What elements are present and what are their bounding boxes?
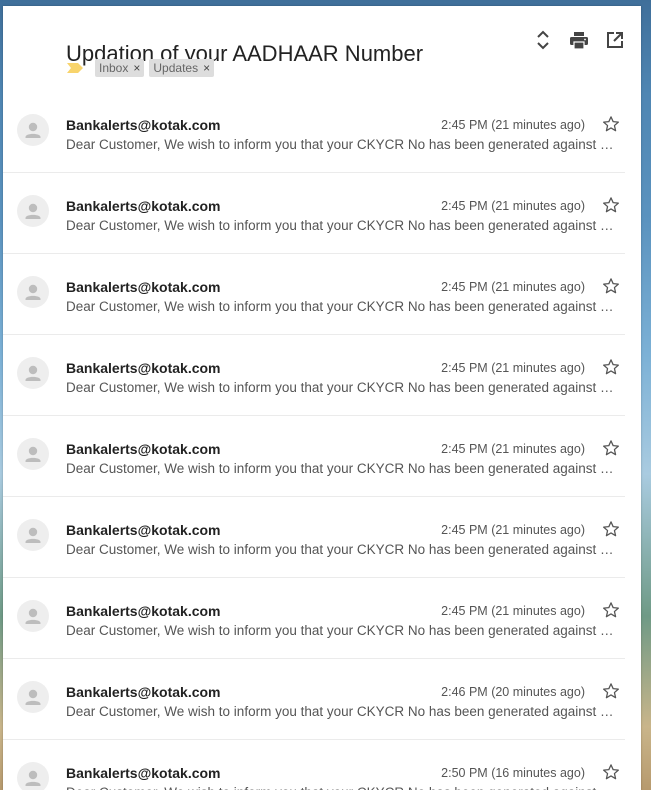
- sender-avatar[interactable]: [17, 195, 49, 227]
- message-timestamp: 2:45 PM (21 minutes ago): [441, 118, 585, 132]
- message-snippet: Dear Customer, We wish to inform you tha…: [66, 704, 619, 719]
- star-icon: [603, 683, 619, 699]
- sender-avatar[interactable]: [17, 114, 49, 146]
- label-chip-updates: Updates ×: [149, 59, 215, 77]
- message-timestamp: 2:45 PM (21 minutes ago): [441, 523, 585, 537]
- star-icon: [603, 602, 619, 618]
- message-timestamp: 2:45 PM (21 minutes ago): [441, 442, 585, 456]
- star-icon: [603, 521, 619, 537]
- open-in-new-window-button[interactable]: [603, 28, 627, 52]
- message-row[interactable]: Bankalerts@kotak.com 2:50 PM (16 minutes…: [3, 740, 625, 790]
- message-snippet: Dear Customer, We wish to inform you tha…: [66, 785, 619, 790]
- sender-name[interactable]: Bankalerts@kotak.com: [66, 360, 221, 376]
- message-snippet: Dear Customer, We wish to inform you tha…: [66, 218, 619, 233]
- sender-avatar[interactable]: [17, 519, 49, 551]
- star-icon: [603, 440, 619, 456]
- message-snippet: Dear Customer, We wish to inform you tha…: [66, 380, 619, 395]
- message-snippet: Dear Customer, We wish to inform you tha…: [66, 542, 619, 557]
- message-timestamp: 2:45 PM (21 minutes ago): [441, 361, 585, 375]
- sender-avatar[interactable]: [17, 276, 49, 308]
- default-person-icon: [25, 365, 41, 381]
- message-row[interactable]: Bankalerts@kotak.com 2:45 PM (21 minutes…: [3, 497, 625, 578]
- message-row[interactable]: Bankalerts@kotak.com 2:45 PM (21 minutes…: [3, 254, 625, 335]
- sender-name[interactable]: Bankalerts@kotak.com: [66, 441, 221, 457]
- star-button[interactable]: [601, 357, 621, 377]
- thread-actions: [519, 28, 627, 52]
- message-timestamp: 2:45 PM (21 minutes ago): [441, 199, 585, 213]
- scrollbar[interactable]: [627, 94, 641, 790]
- message-row[interactable]: Bankalerts@kotak.com 2:46 PM (20 minutes…: [3, 659, 625, 740]
- star-button[interactable]: [601, 114, 621, 134]
- star-button[interactable]: [601, 195, 621, 215]
- message-timestamp: 2:50 PM (16 minutes ago): [441, 766, 585, 780]
- remove-label-updates-button[interactable]: ×: [203, 62, 210, 74]
- default-person-icon: [25, 527, 41, 543]
- star-icon: [603, 278, 619, 294]
- star-icon: [603, 116, 619, 132]
- sender-name[interactable]: Bankalerts@kotak.com: [66, 522, 221, 538]
- message-row[interactable]: Bankalerts@kotak.com 2:45 PM (21 minutes…: [3, 578, 625, 659]
- message-timestamp: 2:45 PM (21 minutes ago): [441, 280, 585, 294]
- sender-name[interactable]: Bankalerts@kotak.com: [66, 198, 221, 214]
- default-person-icon: [25, 608, 41, 624]
- importance-marker-icon[interactable]: [66, 62, 84, 74]
- message-row[interactable]: Bankalerts@kotak.com 2:45 PM (21 minutes…: [3, 416, 625, 497]
- remove-label-inbox-button[interactable]: ×: [133, 62, 140, 74]
- expand-all-button[interactable]: [531, 28, 555, 52]
- sender-name[interactable]: Bankalerts@kotak.com: [66, 684, 221, 700]
- email-thread-window: Updation of your AADHAAR Number Inbox × …: [3, 6, 641, 790]
- star-button[interactable]: [601, 762, 621, 782]
- message-snippet: Dear Customer, We wish to inform you tha…: [66, 299, 619, 314]
- thread-labels: Inbox × Updates ×: [66, 59, 219, 77]
- message-list: Bankalerts@kotak.com 2:45 PM (21 minutes…: [3, 92, 625, 790]
- message-row[interactable]: Bankalerts@kotak.com 2:45 PM (21 minutes…: [3, 173, 625, 254]
- label-chip-inbox: Inbox ×: [95, 59, 145, 77]
- default-person-icon: [25, 770, 41, 786]
- print-all-button[interactable]: [567, 28, 591, 52]
- label-chip-text: Updates: [153, 61, 199, 75]
- default-person-icon: [25, 203, 41, 219]
- star-icon: [603, 359, 619, 375]
- message-snippet: Dear Customer, We wish to inform you tha…: [66, 623, 619, 638]
- message-timestamp: 2:45 PM (21 minutes ago): [441, 604, 585, 618]
- sender-avatar[interactable]: [17, 681, 49, 713]
- print-icon: [570, 31, 588, 49]
- message-row[interactable]: Bankalerts@kotak.com 2:45 PM (21 minutes…: [3, 335, 625, 416]
- default-person-icon: [25, 122, 41, 138]
- sender-name[interactable]: Bankalerts@kotak.com: [66, 117, 221, 133]
- sender-avatar[interactable]: [17, 438, 49, 470]
- default-person-icon: [25, 284, 41, 300]
- star-icon: [603, 764, 619, 780]
- default-person-icon: [25, 446, 41, 462]
- message-row[interactable]: Bankalerts@kotak.com 2:45 PM (21 minutes…: [3, 92, 625, 173]
- star-button[interactable]: [601, 681, 621, 701]
- default-person-icon: [25, 689, 41, 705]
- sender-name[interactable]: Bankalerts@kotak.com: [66, 279, 221, 295]
- sender-avatar[interactable]: [17, 357, 49, 389]
- message-timestamp: 2:46 PM (20 minutes ago): [441, 685, 585, 699]
- star-icon: [603, 197, 619, 213]
- star-button[interactable]: [601, 519, 621, 539]
- star-button[interactable]: [601, 438, 621, 458]
- message-snippet: Dear Customer, We wish to inform you tha…: [66, 461, 619, 476]
- message-snippet: Dear Customer, We wish to inform you tha…: [66, 137, 619, 152]
- label-chip-text: Inbox: [99, 61, 129, 75]
- star-button[interactable]: [601, 600, 621, 620]
- thread-header: Updation of your AADHAAR Number Inbox × …: [3, 6, 641, 92]
- star-button[interactable]: [601, 276, 621, 296]
- sender-name[interactable]: Bankalerts@kotak.com: [66, 603, 221, 619]
- sender-name[interactable]: Bankalerts@kotak.com: [66, 765, 221, 781]
- open-in-new-window-icon: [607, 32, 623, 48]
- expand-collapse-icon: [537, 30, 549, 50]
- sender-avatar[interactable]: [17, 600, 49, 632]
- sender-avatar[interactable]: [17, 762, 49, 790]
